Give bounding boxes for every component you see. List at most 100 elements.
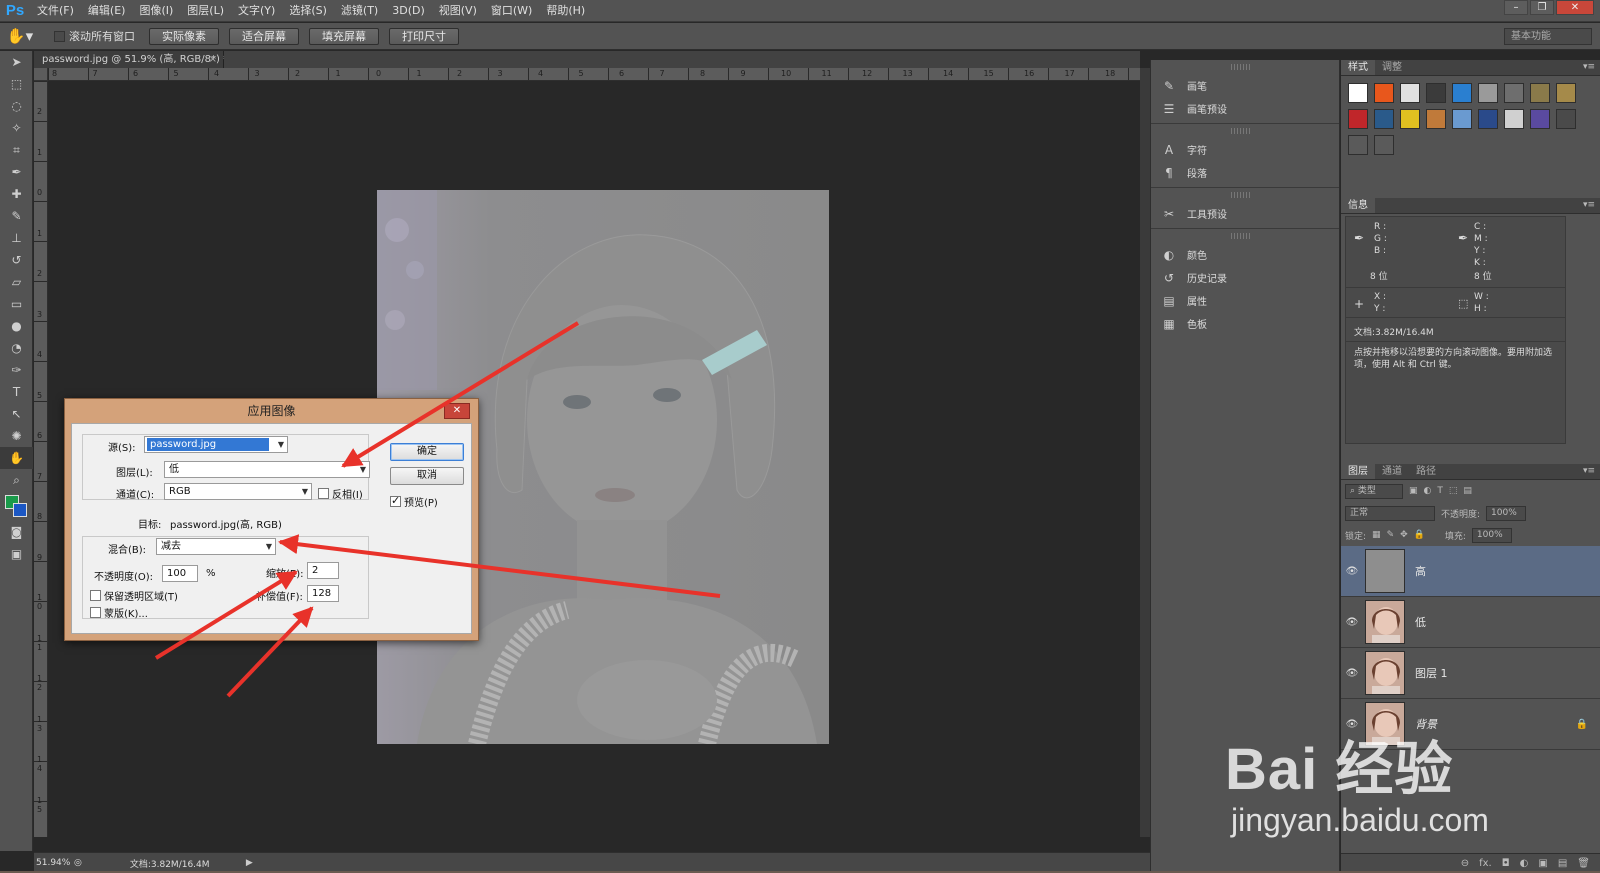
checkbox-box[interactable] [390, 494, 401, 507]
cancel-button[interactable]: 取消 [390, 467, 464, 485]
pen-tool-icon[interactable]: ✑ [0, 359, 33, 381]
menu-item-2[interactable]: 图像(I) [132, 0, 180, 22]
dialog-title[interactable]: 应用图像 ✕ [65, 399, 478, 423]
preserve-transparency-checkbox[interactable]: 保留透明区域(T) [90, 588, 178, 603]
offset-input[interactable]: 128 [307, 585, 339, 602]
style-swatch[interactable] [1400, 83, 1420, 103]
style-swatch[interactable] [1452, 109, 1472, 129]
blend-mode-select[interactable]: 正常 [1345, 505, 1435, 521]
clone-stamp-tool-icon[interactable]: ⊥ [0, 227, 33, 249]
eye-icon[interactable]: 👁 [1341, 566, 1363, 577]
filter-smart-icon[interactable]: ▤ [1463, 486, 1472, 496]
crop-tool-icon[interactable]: ⌗ [0, 139, 33, 161]
layer-row[interactable]: 👁 高 [1341, 546, 1600, 597]
marquee-tool-icon[interactable]: ⬚ [0, 73, 33, 95]
panel-button-5[interactable]: ◐ 颜色 [1151, 243, 1339, 266]
style-swatch[interactable] [1426, 83, 1446, 103]
hand-tool-active-icon[interactable]: ✋ [0, 447, 33, 469]
vertical-ruler[interactable]: 2101234567891 01 11 21 31 41 5 [34, 81, 48, 837]
lasso-tool-icon[interactable]: ◌ [0, 95, 33, 117]
close-document-icon[interactable]: × [209, 51, 217, 68]
invert-checkbox[interactable]: 反相(I) [318, 486, 363, 501]
new-group-icon[interactable]: ▣ [1538, 858, 1547, 869]
close-window-button[interactable]: ✕ [1556, 0, 1594, 15]
style-swatch[interactable] [1452, 83, 1472, 103]
panel-button-3[interactable]: ¶ 段落 [1151, 161, 1339, 184]
ok-button[interactable]: 确定 [390, 443, 464, 461]
style-swatch[interactable] [1504, 83, 1524, 103]
tab-adjustments[interactable]: 调整 [1375, 60, 1409, 75]
style-swatch[interactable] [1348, 83, 1368, 103]
source-select[interactable]: password.jpg ▼ [144, 436, 288, 453]
layer-row[interactable]: 👁 图层 1 [1341, 648, 1600, 699]
panel-grip[interactable] [1231, 233, 1251, 239]
blur-tool-icon[interactable]: ● [0, 315, 33, 337]
quick-mask-icon[interactable]: ◙ [0, 521, 33, 543]
style-swatch[interactable] [1400, 109, 1420, 129]
horizontal-ruler[interactable]: 8 7 6 5 4 3 2 1 0 1 2 3 4 5 6 7 8 9 10 11 12 13 14 15 16 17 18 [48, 68, 1140, 81]
panel-button-6[interactable]: ↺ 历史记录 [1151, 266, 1339, 289]
zoom-level[interactable]: 51.94% [34, 858, 74, 868]
path-select-tool-icon[interactable]: ↖ [0, 403, 33, 425]
eye-icon[interactable]: 👁 [1341, 668, 1363, 679]
status-menu-arrow-icon[interactable]: ▶ [246, 858, 253, 868]
style-swatch[interactable] [1530, 83, 1550, 103]
dialog-close-button[interactable]: ✕ [444, 403, 470, 419]
lock-all-icon[interactable]: 🔒 [1414, 530, 1425, 540]
style-swatch[interactable] [1556, 109, 1576, 129]
delete-layer-icon[interactable]: 🗑 [1577, 858, 1590, 869]
panel-menu-icon[interactable]: ▾≡ [1583, 464, 1600, 479]
panel-menu-icon[interactable]: ▾≡ [1583, 198, 1600, 213]
lock-pixels-icon[interactable]: ✎ [1387, 530, 1395, 540]
hand-tool-icon[interactable]: ✋▾ [0, 27, 40, 45]
style-swatch[interactable] [1348, 109, 1368, 129]
filter-type-icon[interactable]: T [1437, 486, 1443, 496]
checkbox-box[interactable] [90, 607, 101, 618]
panel-button-4[interactable]: ✂ 工具预设 [1151, 202, 1339, 225]
channel-select[interactable]: RGB ▼ [164, 483, 312, 500]
style-swatch[interactable] [1504, 109, 1524, 129]
panel-grip[interactable] [1231, 128, 1251, 134]
tab-styles[interactable]: 样式 [1341, 60, 1375, 75]
menu-item-1[interactable]: 编辑(E) [81, 0, 133, 22]
style-swatch[interactable] [1530, 109, 1550, 129]
menu-item-10[interactable]: 帮助(H) [539, 0, 592, 22]
checkbox-box[interactable] [318, 488, 329, 499]
style-swatch[interactable] [1374, 109, 1394, 129]
panel-grip[interactable] [1231, 64, 1251, 70]
scroll-all-windows-checkbox[interactable]: 滚动所有窗口 [54, 28, 135, 44]
tab-channels[interactable]: 通道 [1375, 464, 1409, 479]
screen-mode-icon[interactable]: ▣ [0, 543, 33, 565]
view-button-3[interactable]: 打印尺寸 [389, 27, 459, 45]
layer-row[interactable]: 👁 低 [1341, 597, 1600, 648]
menu-item-0[interactable]: 文件(F) [30, 0, 81, 22]
layer-filter-select[interactable]: ⌕ 类型 [1345, 483, 1403, 499]
menu-item-3[interactable]: 图层(L) [180, 0, 231, 22]
menu-item-4[interactable]: 文字(Y) [231, 0, 282, 22]
view-button-2[interactable]: 填充屏幕 [309, 27, 379, 45]
adjustment-layer-icon[interactable]: ◐ [1520, 858, 1529, 869]
view-button-0[interactable]: 实际像素 [149, 27, 219, 45]
tab-paths[interactable]: 路径 [1409, 464, 1443, 479]
style-swatch[interactable] [1478, 109, 1498, 129]
eraser-tool-icon[interactable]: ▱ [0, 271, 33, 293]
style-swatch[interactable] [1478, 83, 1498, 103]
menu-item-5[interactable]: 选择(S) [282, 0, 334, 22]
panel-button-8[interactable]: ▦ 色板 [1151, 312, 1339, 335]
style-swatch[interactable] [1374, 135, 1394, 155]
layer-select[interactable]: 低 ▼ [164, 461, 370, 478]
tab-layers[interactable]: 图层 [1341, 464, 1375, 479]
document-scrollbar[interactable] [1140, 68, 1150, 837]
layer-row[interactable]: 👁 背景 🔒 [1341, 699, 1600, 750]
preview-checkbox[interactable]: 预览(P) [390, 494, 438, 509]
healing-brush-tool-icon[interactable]: ✚ [0, 183, 33, 205]
eyedropper-tool-icon[interactable]: ✒ [0, 161, 33, 183]
panel-button-0[interactable]: ✎ 画笔 [1151, 74, 1339, 97]
gradient-tool-icon[interactable]: ▭ [0, 293, 33, 315]
menu-item-8[interactable]: 视图(V) [432, 0, 484, 22]
filter-shape-icon[interactable]: ⬚ [1449, 486, 1458, 496]
style-swatch[interactable] [1426, 109, 1446, 129]
document-tab[interactable]: password.jpg @ 51.9% (高, RGB/8*) * × [34, 51, 228, 68]
dodge-tool-icon[interactable]: ◔ [0, 337, 33, 359]
panel-menu-icon[interactable]: ▾≡ [1583, 60, 1600, 75]
